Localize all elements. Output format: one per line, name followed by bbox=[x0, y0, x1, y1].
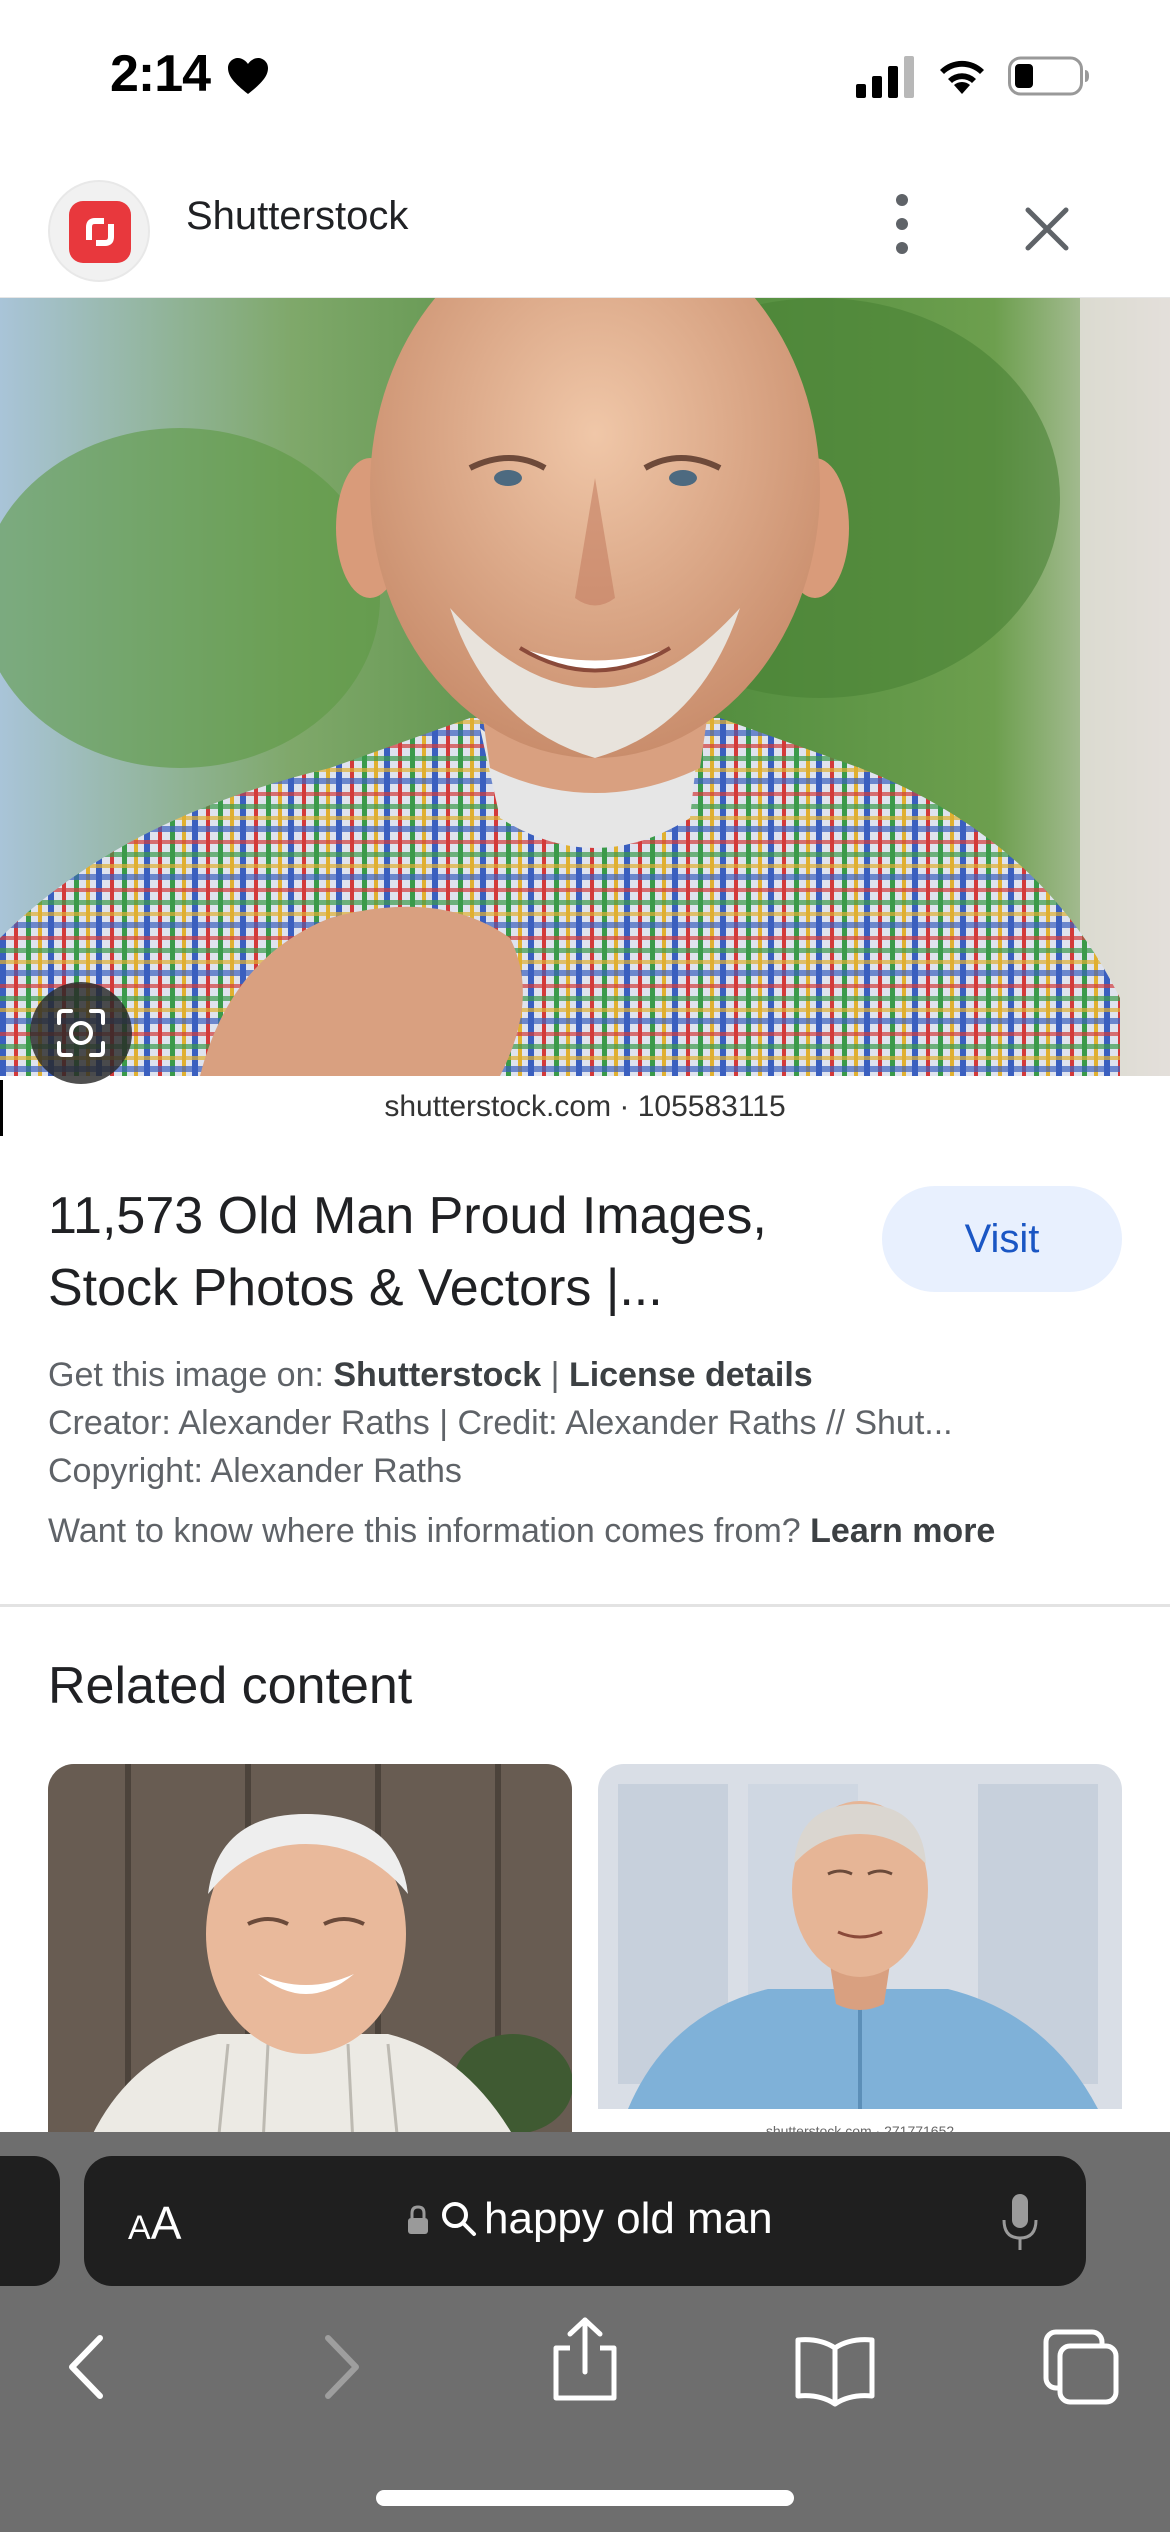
address-bar[interactable]: AA happy old man bbox=[84, 2156, 1086, 2286]
forward-icon[interactable] bbox=[294, 2322, 384, 2412]
license-details-link[interactable]: License details bbox=[569, 1356, 813, 1394]
battery-icon bbox=[1008, 56, 1089, 96]
browser-toolbar: AA happy old man bbox=[0, 2132, 1170, 2532]
get-image-line: Get this image on: Shutterstock | Licens… bbox=[48, 1356, 813, 1394]
back-icon[interactable] bbox=[44, 2322, 134, 2412]
heart-icon bbox=[228, 58, 268, 94]
site-name: Shutterstock bbox=[186, 194, 409, 238]
copyright-line: Copyright: Alexander Raths bbox=[48, 1452, 462, 1490]
source-link[interactable]: Shutterstock bbox=[333, 1356, 541, 1394]
wifi-icon bbox=[940, 60, 984, 94]
main-image[interactable] bbox=[0, 298, 1170, 1076]
related-content-title: Related content bbox=[48, 1657, 413, 1715]
search-icon bbox=[442, 2202, 476, 2236]
more-vertical-icon[interactable] bbox=[872, 186, 932, 262]
bookmarks-icon[interactable] bbox=[790, 2322, 880, 2412]
visit-button[interactable]: Visit bbox=[882, 1186, 1122, 1292]
site-header: Shutterstock bbox=[0, 150, 1170, 298]
shutterstock-logo-icon[interactable] bbox=[48, 180, 150, 282]
microphone-icon[interactable] bbox=[1000, 2192, 1040, 2252]
divider bbox=[0, 1604, 1170, 1607]
tabs-icon[interactable] bbox=[1036, 2322, 1126, 2412]
text-size-button[interactable]: AA bbox=[128, 2196, 218, 2249]
close-icon[interactable] bbox=[1012, 194, 1082, 264]
previous-tab-peek[interactable] bbox=[0, 2156, 60, 2286]
home-indicator[interactable] bbox=[376, 2490, 794, 2506]
learn-more-link[interactable]: Learn more bbox=[810, 1512, 995, 1550]
lock-icon bbox=[408, 2205, 428, 2234]
cellular-signal-icon bbox=[856, 56, 914, 98]
status-bar: 2:14 bbox=[0, 0, 1170, 150]
search-query: happy old man bbox=[484, 2194, 773, 2243]
info-source-line: Want to know where this information come… bbox=[48, 1512, 996, 1550]
status-time: 2:14 bbox=[110, 45, 211, 103]
image-caption: shutterstock.com · 105583115 bbox=[384, 1090, 786, 1123]
share-icon[interactable] bbox=[540, 2314, 630, 2404]
creator-line: Creator: Alexander Raths | Credit: Alexa… bbox=[48, 1404, 953, 1442]
related-thumbnail-1[interactable] bbox=[48, 1764, 572, 2144]
lens-icon[interactable] bbox=[30, 982, 132, 1084]
related-thumbnail-2[interactable]: shutterstock.com · 271771652 bbox=[598, 1764, 1122, 2144]
result-title[interactable]: 11,573 Old Man Proud Images, Stock Photo… bbox=[48, 1180, 848, 1324]
